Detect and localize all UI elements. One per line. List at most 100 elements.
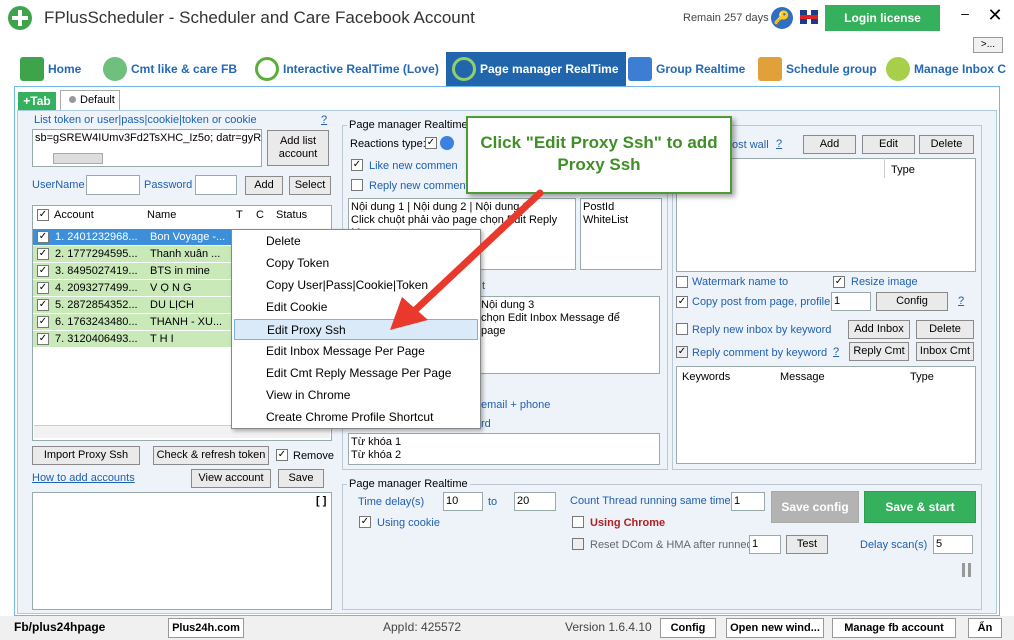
tab-page-manager-realtime[interactable]: Page manager RealTime [446, 52, 626, 86]
keywords-text[interactable]: Từ khóa 1 Từ khóa 2 [348, 433, 660, 465]
help-link[interactable]: ? [958, 295, 964, 307]
reset-dcom-checkbox[interactable] [572, 538, 584, 550]
tab-home[interactable]: Home [20, 52, 81, 86]
reply-cmt-button[interactable]: Reply Cmt [849, 342, 909, 361]
reply-new-comment-checkbox[interactable] [351, 179, 363, 191]
save-button[interactable]: Save [278, 469, 324, 488]
menu-item-edit-inbox-message[interactable]: Edit Inbox Message Per Page [234, 341, 478, 362]
login-license-button[interactable]: Login license [825, 5, 940, 31]
using-cookie-checkbox[interactable]: ✓ [359, 516, 371, 528]
save-start-button[interactable]: Save & start [864, 491, 976, 523]
website-button[interactable]: Plus24h.com [168, 618, 244, 638]
menu-item-create-chrome-shortcut[interactable]: Create Chrome Profile Shortcut [234, 407, 478, 428]
tab-schedule-group[interactable]: Schedule group [758, 52, 877, 86]
col-account: Account [54, 209, 94, 221]
thread-count-stepper[interactable]: 1 [731, 492, 765, 511]
keyword-label: rd [481, 418, 491, 430]
username-label: UserName [32, 179, 85, 191]
help-link[interactable]: ? [776, 138, 782, 150]
language-flag-icon[interactable] [800, 10, 818, 24]
add-account-button[interactable]: Add [245, 176, 283, 195]
inbox-cmt-button[interactable]: Inbox Cmt [916, 342, 974, 361]
clock-icon [452, 57, 476, 81]
hide-button[interactable]: Ẩn [968, 618, 1002, 638]
col-t: T [236, 209, 243, 221]
token-input[interactable]: sb=gSREW4IUmv3Fd2TsXHC_Iz5o; datr=gyRE [32, 129, 262, 167]
edit-post-button[interactable]: Edit [862, 135, 915, 154]
table-row[interactable]: ✓ 3. 8495027419... BTS in mine [33, 263, 233, 279]
reply-comment-keyword-checkbox[interactable]: ✓ [676, 346, 688, 358]
password-input[interactable] [195, 175, 237, 195]
col-c: C [256, 209, 264, 221]
select-all-checkbox[interactable]: ✓ [37, 209, 49, 221]
password-label: Password [144, 179, 193, 191]
time-delay-label: Time delay(s) [358, 496, 425, 508]
open-new-window-button[interactable]: Open new wind... [726, 618, 824, 638]
menu-item-edit-cmt-reply[interactable]: Edit Cmt Reply Message Per Page [234, 363, 478, 384]
remove-checkbox[interactable]: ✓ [276, 449, 288, 461]
save-config-button[interactable]: Save config [771, 491, 859, 523]
to-label: to [488, 496, 498, 508]
tab-manage-inbox[interactable]: Manage Inbox C [886, 52, 1006, 86]
tab-cmt-like[interactable]: Cmt like & care FB [103, 52, 237, 86]
reaction-checkbox[interactable]: ✓ [425, 137, 437, 149]
fb-page-link[interactable]: Fb/plus24hpage [14, 620, 105, 634]
table-row[interactable]: ✓ 6. 1763243480... THANH - XU... [33, 314, 233, 330]
table-row[interactable]: ✓ 7. 3120406493... T H I [33, 331, 233, 347]
username-input[interactable] [86, 175, 140, 195]
copy-post-stepper[interactable]: 1 [831, 292, 871, 311]
select-button[interactable]: Select [289, 176, 331, 195]
watermark-checkbox[interactable] [676, 276, 688, 288]
reset-count-stepper[interactable]: 1 [749, 535, 781, 554]
log-area[interactable] [32, 492, 332, 610]
reply-inbox-keyword-checkbox[interactable] [676, 323, 688, 335]
manage-fb-account-button[interactable]: Manage fb account [832, 618, 956, 638]
menu-item-view-in-chrome[interactable]: View in Chrome [234, 385, 478, 406]
view-account-button[interactable]: View account [191, 469, 271, 488]
help-link[interactable]: ? [833, 346, 839, 358]
add-list-account-button[interactable]: Add list account [267, 130, 329, 166]
key-icon[interactable]: 🔑 [771, 7, 793, 29]
using-chrome-checkbox[interactable] [572, 516, 584, 528]
import-proxy-ssh-button[interactable]: Import Proxy Ssh [32, 446, 140, 465]
like-new-comment-label: Like new commen [369, 160, 458, 172]
table-row[interactable]: ✓ 2. 1777294595... Thanh xuân ... [33, 246, 233, 262]
add-inbox-button[interactable]: Add Inbox [848, 320, 910, 339]
resize-image-checkbox[interactable]: ✓ [833, 276, 845, 288]
table-row[interactable]: ✓ 5. 2872854352... DU LỊCH [33, 297, 233, 313]
delete-post-button[interactable]: Delete [919, 135, 974, 154]
col-type: Type [910, 371, 934, 383]
like-new-comment-checkbox[interactable]: ✓ [351, 159, 363, 171]
copy-post-checkbox[interactable]: ✓ [676, 296, 688, 308]
more-button[interactable]: >... [973, 37, 1003, 53]
config-status-button[interactable]: Config [660, 618, 716, 638]
post-wall-label: ost wall [732, 139, 769, 151]
close-button[interactable]: ✕ [986, 6, 1004, 24]
help-link[interactable]: ? [321, 114, 327, 126]
count-thread-label: Count Thread running same time [570, 495, 731, 507]
delete-inbox-button[interactable]: Delete [916, 320, 974, 339]
col-name: Name [147, 209, 177, 221]
delay-to-stepper[interactable]: 20 [514, 492, 556, 511]
tab-group-realtime[interactable]: Group Realtime [628, 52, 745, 86]
add-post-button[interactable]: Add [803, 135, 856, 154]
minimize-button[interactable]: – [958, 6, 972, 22]
config-button[interactable]: Config [876, 292, 948, 311]
pause-icon [962, 563, 965, 577]
tab-interactive-realtime[interactable]: Interactive RealTime (Love) [255, 52, 439, 86]
how-to-add-accounts-link[interactable]: How to add accounts [32, 472, 135, 484]
table-row[interactable]: ✓ 4. 2093277499... V Ọ N G [33, 280, 233, 296]
delay-from-stepper[interactable]: 10 [443, 492, 483, 511]
scrollbar[interactable] [53, 153, 103, 164]
table-row[interactable]: ✓ 1. 2401232968... Bon Voyage -... [33, 229, 233, 245]
test-button[interactable]: Test [786, 535, 828, 554]
postid-whitelist-text[interactable]: PostId WhiteList [580, 198, 662, 270]
resize-image-label: Resize image [851, 276, 918, 288]
default-subtab[interactable]: Default [60, 90, 120, 110]
delay-scan-stepper[interactable]: 5 [933, 535, 973, 554]
add-tab-button[interactable]: +Tab [18, 92, 56, 110]
delay-scan-label: Delay scan(s) [860, 539, 928, 551]
col-type: Type [891, 164, 915, 176]
callout-arrow-icon [390, 189, 544, 330]
check-refresh-token-button[interactable]: Check & refresh token [153, 446, 269, 465]
